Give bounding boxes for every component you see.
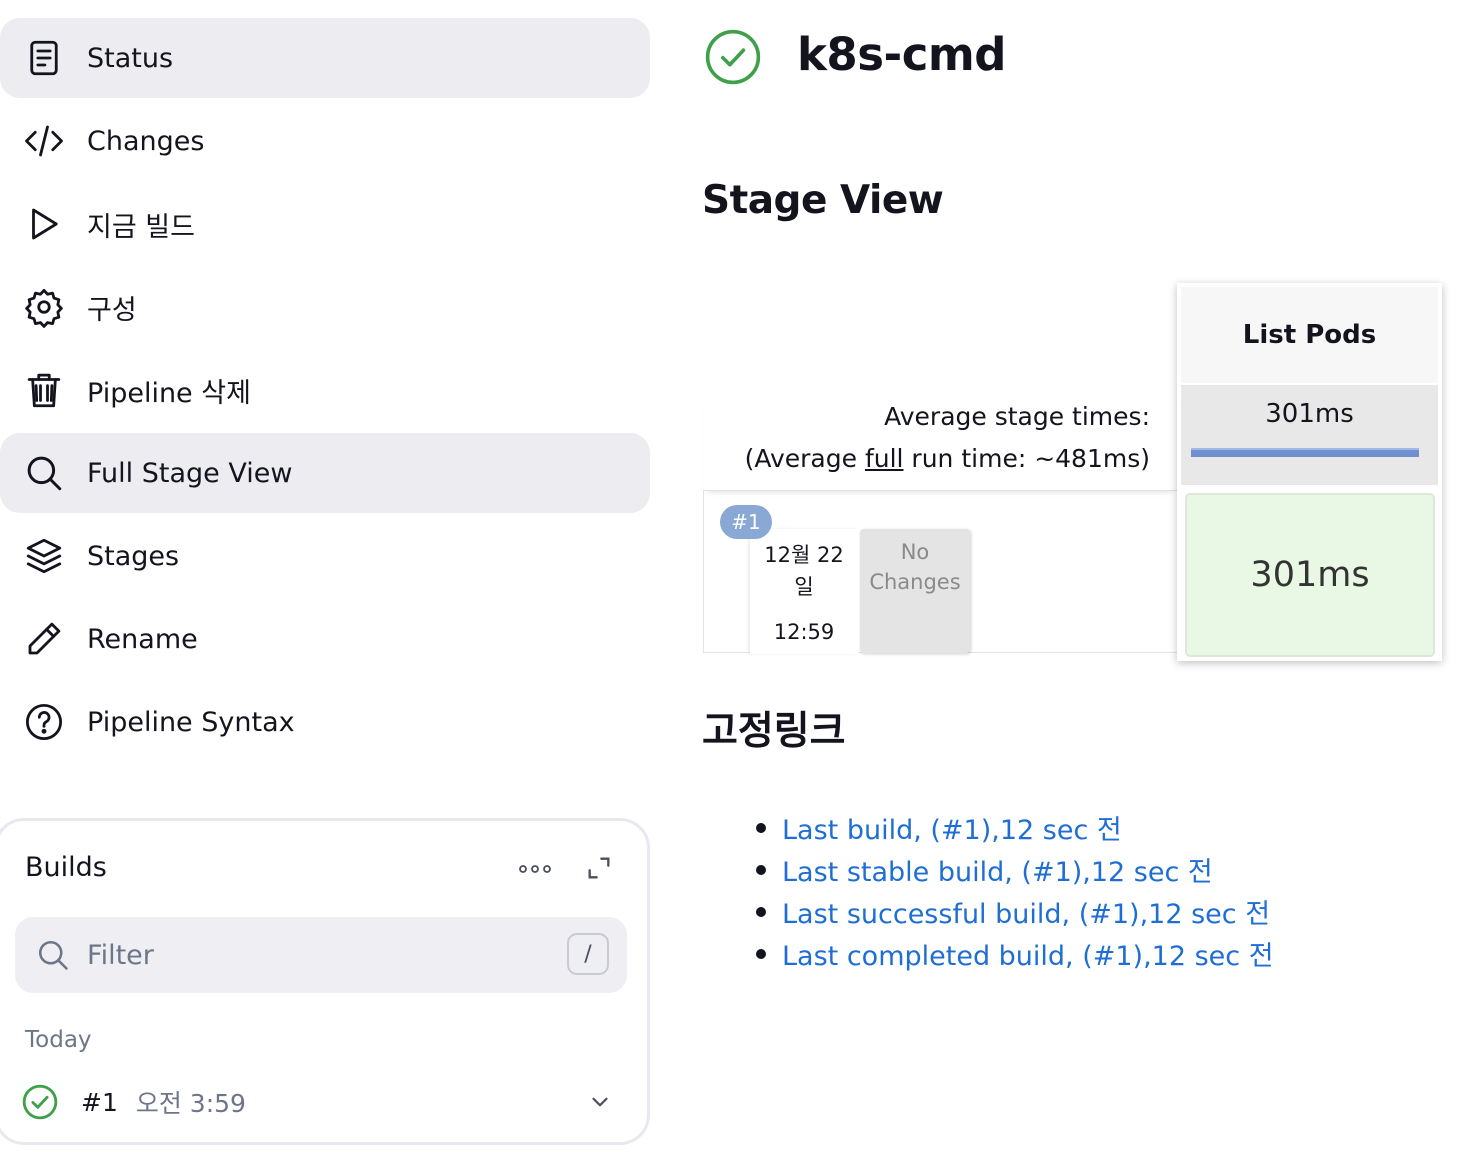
document-icon (22, 36, 66, 80)
sidebar-item-label: Pipeline 삭제 (87, 377, 251, 409)
builds-panel: Builds / Today #1 오전 3:59 (0, 818, 650, 1145)
sidebar-item-label: Rename (87, 623, 198, 655)
stage-header: List Pods (1181, 287, 1438, 383)
permalinks-list: Last build, (#1),12 sec 전 Last stable bu… (752, 806, 1274, 974)
page-title: k8s-cmd (797, 28, 1006, 81)
sidebar-item-label: Pipeline Syntax (87, 706, 295, 738)
build-group-label: Today (25, 1027, 92, 1053)
stage-average-bar (1191, 448, 1419, 457)
sidebar-item-build-now[interactable]: 지금 빌드 (0, 184, 650, 264)
sidebar-item-pipeline-syntax[interactable]: Pipeline Syntax (0, 682, 650, 762)
run-time: 12:59 (773, 620, 835, 644)
sidebar-item-label: 지금 빌드 (87, 211, 195, 243)
sidebar-item-label: 구성 (87, 294, 137, 326)
stage-view-heading: Stage View (702, 178, 944, 223)
run-date-cell: 12월 22 일 12:59 (750, 529, 858, 654)
avg-full-run-time: (Average full run time: ~481ms) (703, 438, 1150, 480)
sidebar-item-stages[interactable]: Stages (0, 516, 650, 596)
builds-title: Builds (25, 852, 107, 883)
sidebar-item-delete-pipeline[interactable]: Pipeline 삭제 (0, 350, 650, 430)
list-item: Last completed build, (#1),12 sec 전 (752, 932, 1274, 974)
code-icon (22, 119, 66, 163)
keyboard-shortcut-hint: / (567, 933, 609, 975)
sidebar-item-rename[interactable]: Rename (0, 599, 650, 679)
bullet (756, 907, 766, 917)
more-options-icon[interactable] (517, 857, 553, 881)
sidebar-item-label: Status (87, 42, 174, 74)
avg-full-prefix: (Average (744, 444, 865, 473)
filter-input[interactable] (87, 933, 547, 977)
avg-full-suffix: run time: ~481ms) (903, 444, 1150, 473)
bullet (756, 823, 766, 833)
sidebar-nav: Status Changes 지금 빌드 구성 Pipeline 삭제 Full… (0, 18, 650, 765)
avg-stage-times-label: Average stage times: (884, 402, 1150, 431)
build-time: 오전 3:59 (135, 1089, 246, 1118)
sidebar-item-changes[interactable]: Changes (0, 101, 650, 181)
changes-cell[interactable]: No Changes (860, 529, 970, 653)
list-item: Last build, (#1),12 sec 전 (752, 806, 1274, 848)
help-icon (22, 700, 66, 744)
build-badge[interactable]: #1 (720, 505, 772, 539)
sidebar-item-status[interactable]: Status (0, 18, 650, 98)
chevron-down-icon[interactable] (587, 1089, 613, 1115)
build-row[interactable]: #1 오전 3:59 (21, 1079, 621, 1125)
play-icon (22, 202, 66, 246)
gear-icon (22, 285, 66, 329)
average-stage-times: Average stage times: (Average full run t… (703, 390, 1176, 490)
permalink-last-successful-build[interactable]: Last successful build, (#1),12 sec 전 (782, 892, 1270, 931)
list-item: Last successful build, (#1),12 sec 전 (752, 890, 1274, 932)
changes-line1: No (900, 540, 930, 564)
run-date-line2: 일 (794, 575, 814, 599)
stage-result-cell[interactable]: 301ms (1185, 493, 1435, 657)
trash-icon (22, 368, 66, 412)
avg-full-link[interactable]: full (865, 444, 904, 473)
pencil-icon (22, 617, 66, 661)
permalink-last-build[interactable]: Last build, (#1),12 sec 전 (782, 808, 1122, 847)
stage-column-list-pods: List Pods 301ms 301ms (1177, 283, 1442, 661)
list-item: Last stable build, (#1),12 sec 전 (752, 848, 1274, 890)
permalink-last-completed-build[interactable]: Last completed build, (#1),12 sec 전 (782, 934, 1274, 973)
run-date-line1: 12월 22 (764, 543, 844, 567)
sidebar-item-label: Changes (87, 125, 205, 157)
permalink-last-stable-build[interactable]: Last stable build, (#1),12 sec 전 (782, 850, 1213, 889)
search-icon (22, 451, 66, 495)
sidebar-item-label: Stages (87, 540, 180, 572)
sidebar-item-configure[interactable]: 구성 (0, 267, 650, 347)
changes-line2: Changes (869, 570, 961, 594)
search-icon (35, 937, 71, 973)
expand-icon[interactable] (585, 854, 613, 882)
stage-average: 301ms (1181, 385, 1438, 485)
bullet (756, 949, 766, 959)
layers-icon (22, 534, 66, 578)
permalinks-heading: 고정링크 (702, 709, 846, 754)
stage-run-row: 12월 22 일 12:59 No Changes #1 (703, 490, 1177, 654)
stage-average-time: 301ms (1265, 399, 1354, 429)
build-number[interactable]: #1 (81, 1088, 118, 1117)
filter-box: / (15, 917, 627, 993)
sidebar-item-label: Full Stage View (87, 457, 293, 489)
bullet (756, 865, 766, 875)
success-check-icon (21, 1083, 59, 1121)
sidebar-item-full-stage-view[interactable]: Full Stage View (0, 433, 650, 513)
success-check-icon (704, 28, 762, 86)
